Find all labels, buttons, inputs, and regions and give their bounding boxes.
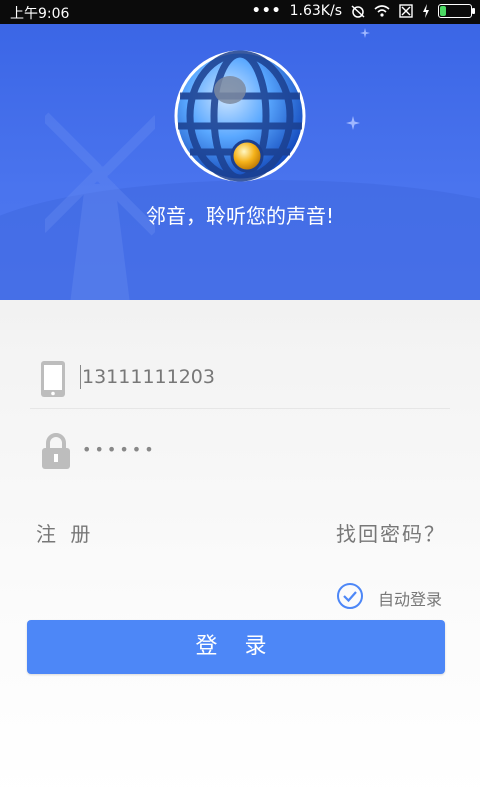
status-time: 上午9:06 — [10, 6, 70, 22]
status-right-icons: ••• 1.63K/s — [251, 3, 475, 19]
text-caret — [80, 365, 81, 389]
phone-icon — [40, 360, 66, 402]
login-button[interactable]: 登 录 — [27, 620, 445, 674]
sparkle-icon — [346, 116, 360, 130]
login-form: 13111111203 •••••• 注 册 找回密码？ 自动登录 登 录 — [0, 300, 480, 800]
sim-off-icon — [398, 4, 414, 18]
more-dots-icon: ••• — [251, 3, 282, 19]
phone-input[interactable]: 13111111203 — [82, 366, 215, 388]
globe-logo-icon — [174, 50, 306, 182]
battery-icon — [438, 4, 475, 18]
auto-login-toggle[interactable]: 自动登录 — [336, 582, 442, 614]
status-bar: 上午9:06 ••• 1.63K/s — [0, 0, 480, 24]
lock-icon — [40, 432, 72, 474]
network-speed: 1.63K/s — [289, 3, 342, 19]
auto-login-check-icon[interactable] — [336, 582, 364, 614]
alarm-off-icon — [350, 4, 366, 18]
header-banner: 邻音，聆听您的声音! — [0, 24, 480, 300]
auto-login-label: 自动登录 — [377, 590, 442, 609]
banner-slogan: 邻音，聆听您的声音! — [145, 204, 335, 228]
sparkle-small-icon — [360, 28, 370, 38]
charging-icon — [422, 4, 430, 18]
wifi-icon — [374, 4, 390, 18]
forgot-password-link[interactable]: 找回密码？ — [336, 518, 446, 547]
phone-field[interactable]: 13111111203 — [30, 348, 450, 409]
password-field[interactable]: •••••• — [30, 420, 450, 480]
register-link[interactable]: 注 册 — [36, 518, 94, 547]
password-input[interactable]: •••••• — [82, 440, 157, 459]
